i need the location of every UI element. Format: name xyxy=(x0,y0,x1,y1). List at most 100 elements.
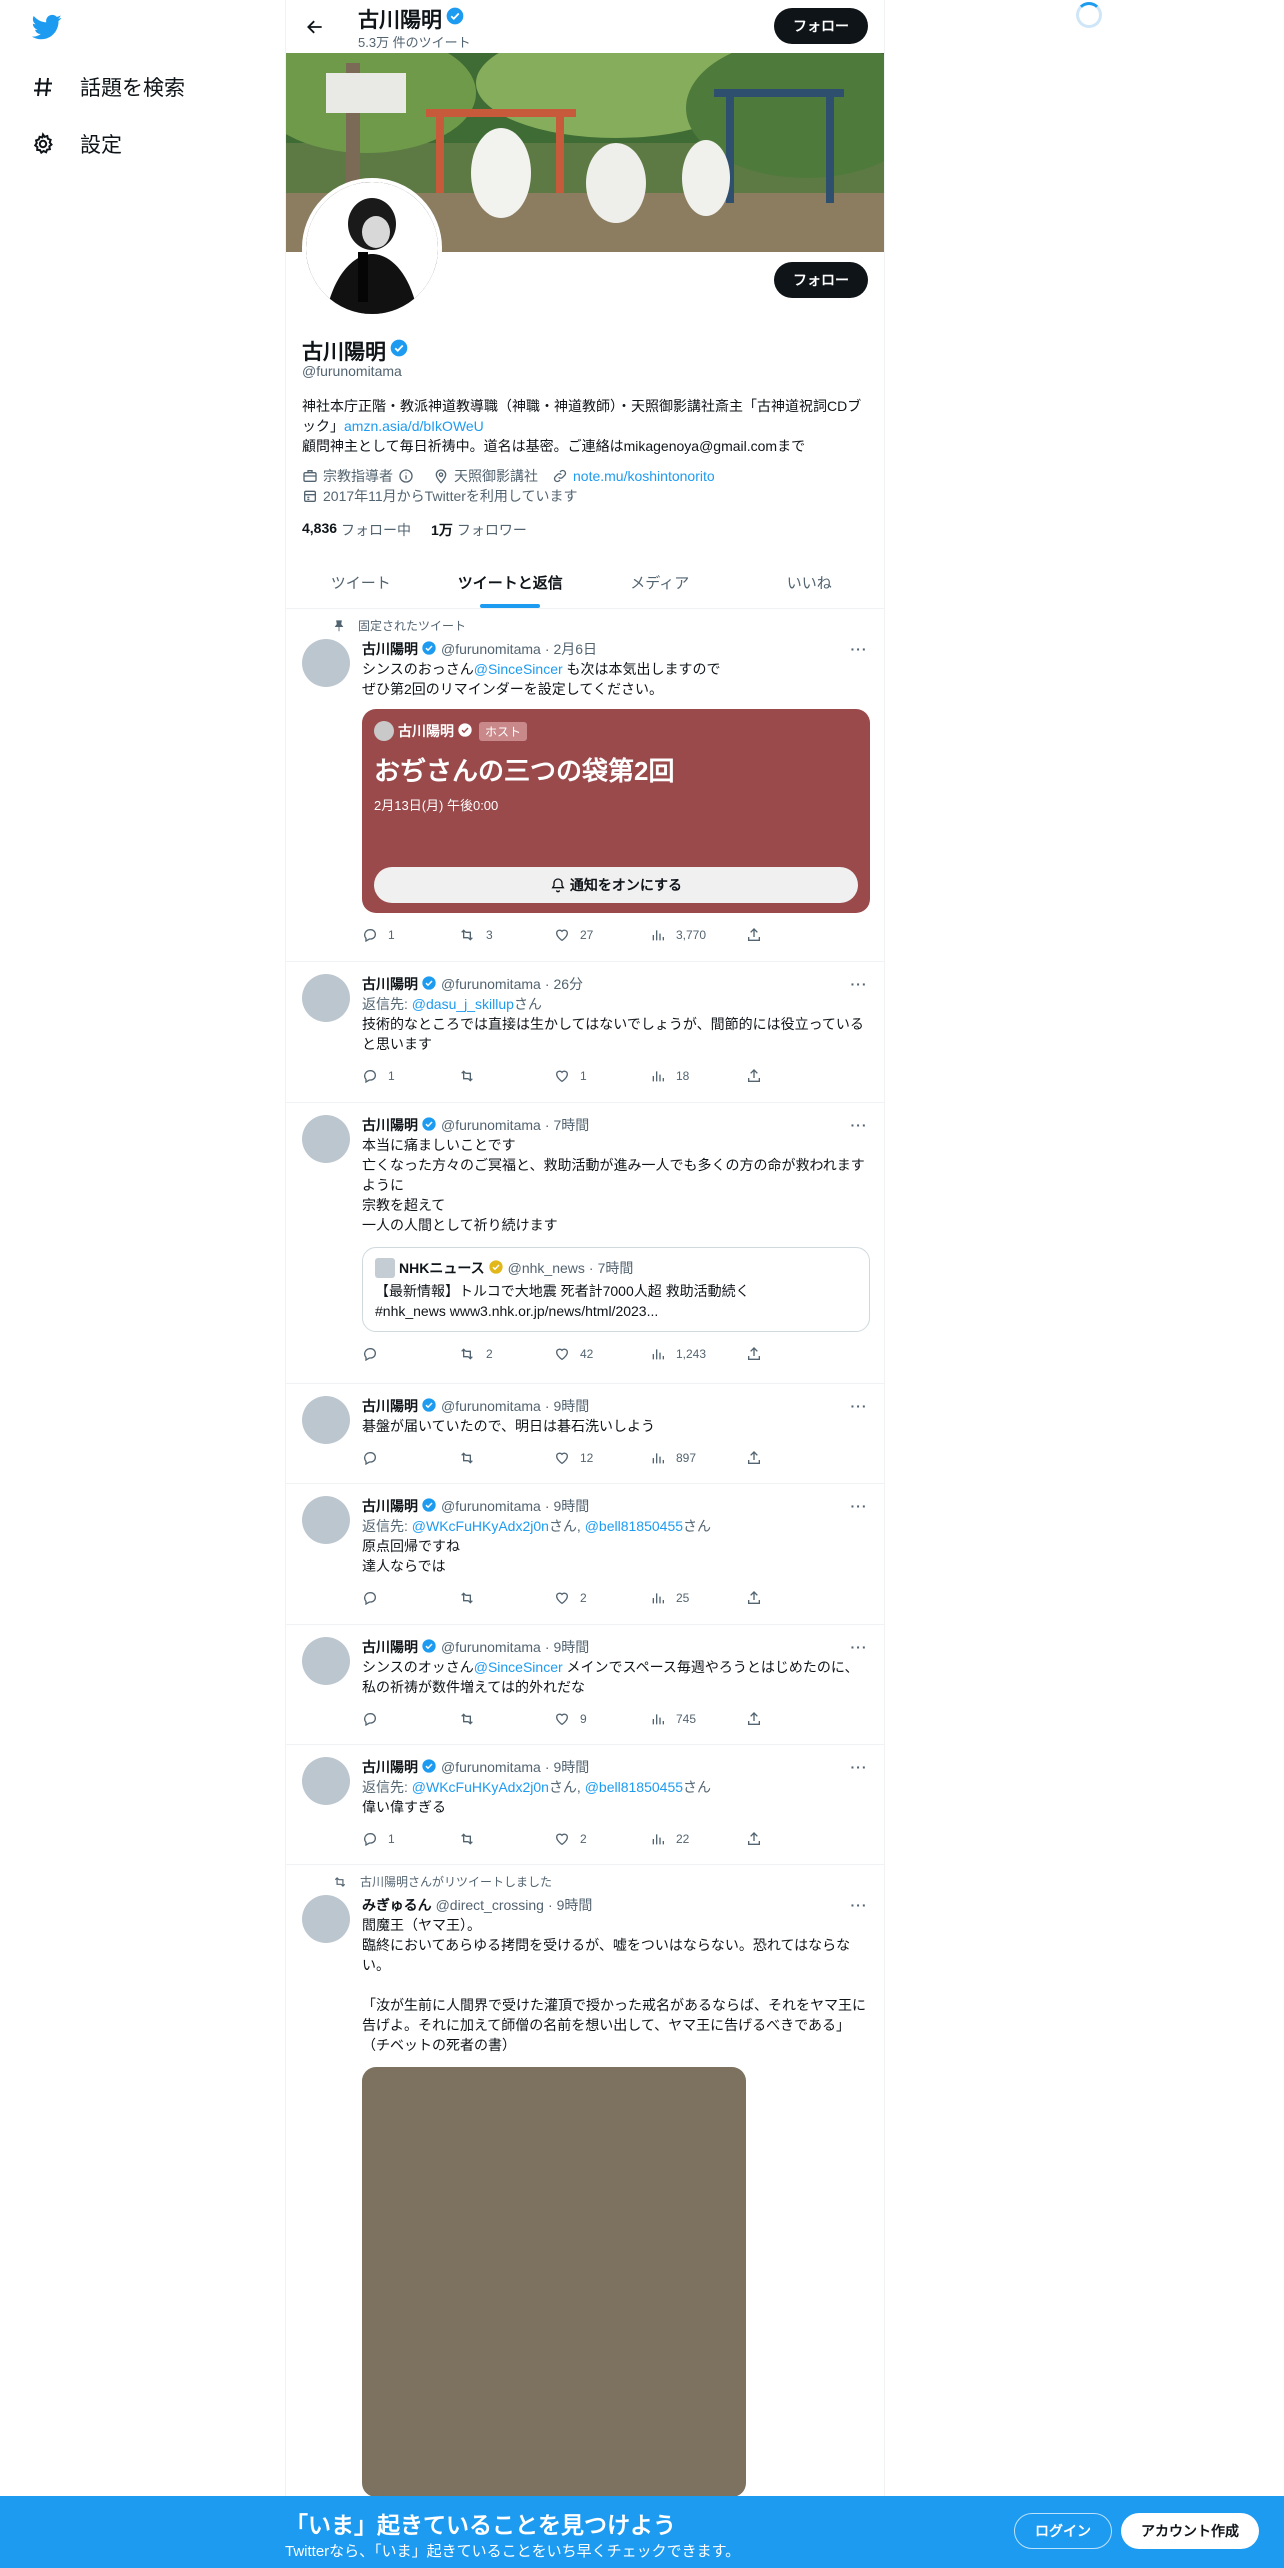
retweet-button[interactable] xyxy=(458,1831,554,1847)
like-button[interactable]: 2 xyxy=(554,1590,650,1606)
tweet-time[interactable]: 9時間 xyxy=(553,1637,589,1657)
tweet-time[interactable]: 9時間 xyxy=(557,1895,593,1915)
tweet-time[interactable]: 9時間 xyxy=(553,1396,589,1416)
author-handle[interactable]: @furunomitama xyxy=(441,976,541,992)
retweet-button[interactable] xyxy=(458,1068,554,1084)
tweet-time[interactable]: 2月6日 xyxy=(553,639,597,659)
tweet-media-image[interactable] xyxy=(362,2067,746,2497)
profile-avatar[interactable] xyxy=(302,178,442,318)
twitter-logo-icon[interactable] xyxy=(30,12,64,42)
reply-mention[interactable]: @dasu_j_skillup xyxy=(412,996,514,1012)
followers-count[interactable]: 1万 xyxy=(431,520,453,540)
bio-link[interactable]: amzn.asia/d/bIkOWeU xyxy=(344,418,484,434)
more-options-icon[interactable]: ··· xyxy=(848,1757,870,1777)
avatar[interactable] xyxy=(302,1637,350,1685)
avatar[interactable] xyxy=(302,1396,350,1444)
header-follow-button[interactable]: フォロー xyxy=(774,8,868,44)
reply-button[interactable] xyxy=(362,1711,458,1727)
more-options-icon[interactable]: ··· xyxy=(848,639,870,659)
more-options-icon[interactable]: ··· xyxy=(848,1115,870,1135)
more-options-icon[interactable]: ··· xyxy=(848,974,870,994)
like-button[interactable]: 12 xyxy=(554,1450,650,1466)
reply-mention[interactable]: @WKcFuHKyAdx2j0n xyxy=(412,1779,549,1795)
views-button[interactable]: 3,770 xyxy=(650,927,746,943)
space-card[interactable]: 古川陽明 ホスト おぢさんの三つの袋第2回 2月13日(月) 午後0:00 通知… xyxy=(362,709,870,913)
more-options-icon[interactable]: ··· xyxy=(848,1637,870,1657)
like-button[interactable]: 2 xyxy=(554,1831,650,1847)
tweet[interactable]: 古川陽明 @furunomitama · 9時間 ··· シンスのオッさん@Si… xyxy=(286,1625,884,1745)
avatar[interactable] xyxy=(302,1757,350,1805)
tweet[interactable]: 古川陽明 @furunomitama · 9時間 ··· 碁盤が届いていたので、… xyxy=(286,1384,884,1484)
tweet[interactable]: 固定されたツイート 古川陽明 @furunomitama · 2月6日 ··· … xyxy=(286,609,884,962)
tweet[interactable]: 古川陽明 @furunomitama · 7時間 ··· 本当に痛ましいことです… xyxy=(286,1103,884,1384)
reply-button[interactable] xyxy=(362,1450,458,1466)
reply-button[interactable]: 1 xyxy=(362,1831,458,1847)
views-button[interactable]: 25 xyxy=(650,1590,746,1606)
login-button[interactable]: ログイン xyxy=(1014,2513,1112,2549)
avatar[interactable] xyxy=(302,639,350,687)
following-count[interactable]: 4,836 xyxy=(302,520,337,540)
author-handle[interactable]: @furunomitama xyxy=(441,1498,541,1514)
share-button[interactable] xyxy=(746,1346,776,1362)
author-name[interactable]: 古川陽明 xyxy=(362,974,418,994)
nav-explore[interactable]: 話題を検索 xyxy=(30,64,185,110)
tweet[interactable]: 古川陽明 @furunomitama · 9時間 ··· 返信先: @WKcFu… xyxy=(286,1484,884,1625)
author-name[interactable]: 古川陽明 xyxy=(362,1115,418,1135)
reply-button[interactable] xyxy=(362,1590,458,1606)
author-name[interactable]: 古川陽明 xyxy=(362,1496,418,1516)
avatar[interactable] xyxy=(302,974,350,1022)
following-label[interactable]: フォロー中 xyxy=(341,520,411,540)
views-button[interactable]: 18 xyxy=(650,1068,746,1084)
reply-mention-2[interactable]: @bell81850455 xyxy=(585,1518,683,1534)
profile-website[interactable]: note.mu/koshintonorito xyxy=(552,468,715,484)
like-button[interactable]: 9 xyxy=(554,1711,650,1727)
mention-link[interactable]: @SinceSincer xyxy=(474,661,563,677)
avatar[interactable] xyxy=(302,1895,350,1943)
author-name[interactable]: 古川陽明 xyxy=(362,1757,418,1777)
more-options-icon[interactable]: ··· xyxy=(848,1396,870,1416)
tweet[interactable]: 古川陽明 @furunomitama · 9時間 ··· 返信先: @WKcFu… xyxy=(286,1745,884,1865)
tweet-time[interactable]: 9時間 xyxy=(553,1757,589,1777)
retweet-button[interactable] xyxy=(458,1450,554,1466)
retweet-button[interactable]: 2 xyxy=(458,1346,554,1362)
signup-button[interactable]: アカウント作成 xyxy=(1121,2513,1259,2549)
avatar[interactable] xyxy=(302,1496,350,1544)
like-button[interactable]: 42 xyxy=(554,1346,650,1362)
profile-website-link[interactable]: note.mu/koshintonorito xyxy=(573,468,715,484)
retweet-context-text[interactable]: 古川陽明さんがリツイートしました xyxy=(360,1873,552,1890)
nav-settings[interactable]: 設定 xyxy=(30,121,122,167)
space-reminder-button[interactable]: 通知をオンにする xyxy=(374,867,858,903)
share-button[interactable] xyxy=(746,1831,776,1847)
back-arrow-icon[interactable] xyxy=(300,12,330,42)
share-button[interactable] xyxy=(746,1590,776,1606)
author-handle[interactable]: @direct_crossing xyxy=(436,1897,544,1913)
views-button[interactable]: 745 xyxy=(650,1711,746,1727)
profile-follow-button[interactable]: フォロー xyxy=(774,262,868,298)
tweet[interactable]: 古川陽明さんがリツイートしました みぎゅるん @direct_crossing … xyxy=(286,1865,884,2497)
tweet-time[interactable]: 26分 xyxy=(553,974,583,994)
reply-mention-2[interactable]: @bell81850455 xyxy=(585,1779,683,1795)
author-name[interactable]: みぎゅるん xyxy=(362,1895,432,1915)
share-button[interactable] xyxy=(746,1711,776,1727)
avatar[interactable] xyxy=(302,1115,350,1163)
share-button[interactable] xyxy=(746,1068,776,1084)
more-options-icon[interactable]: ··· xyxy=(848,1895,870,1915)
author-handle[interactable]: @furunomitama xyxy=(441,1398,541,1414)
tweet-time[interactable]: 9時間 xyxy=(553,1496,589,1516)
share-button[interactable] xyxy=(746,927,776,943)
author-handle[interactable]: @furunomitama xyxy=(441,641,541,657)
tweet-time[interactable]: 7時間 xyxy=(553,1115,589,1135)
reply-button[interactable]: 1 xyxy=(362,927,458,943)
retweet-button[interactable] xyxy=(458,1711,554,1727)
tab-media[interactable]: メディア xyxy=(585,556,735,608)
reply-button[interactable] xyxy=(362,1346,458,1362)
tab-likes[interactable]: いいね xyxy=(735,556,885,608)
reply-button[interactable]: 1 xyxy=(362,1068,458,1084)
author-name[interactable]: 古川陽明 xyxy=(362,1396,418,1416)
share-button[interactable] xyxy=(746,1450,776,1466)
author-name[interactable]: 古川陽明 xyxy=(362,1637,418,1657)
author-handle[interactable]: @furunomitama xyxy=(441,1639,541,1655)
like-button[interactable]: 1 xyxy=(554,1068,650,1084)
author-handle[interactable]: @furunomitama xyxy=(441,1117,541,1133)
views-button[interactable]: 22 xyxy=(650,1831,746,1847)
